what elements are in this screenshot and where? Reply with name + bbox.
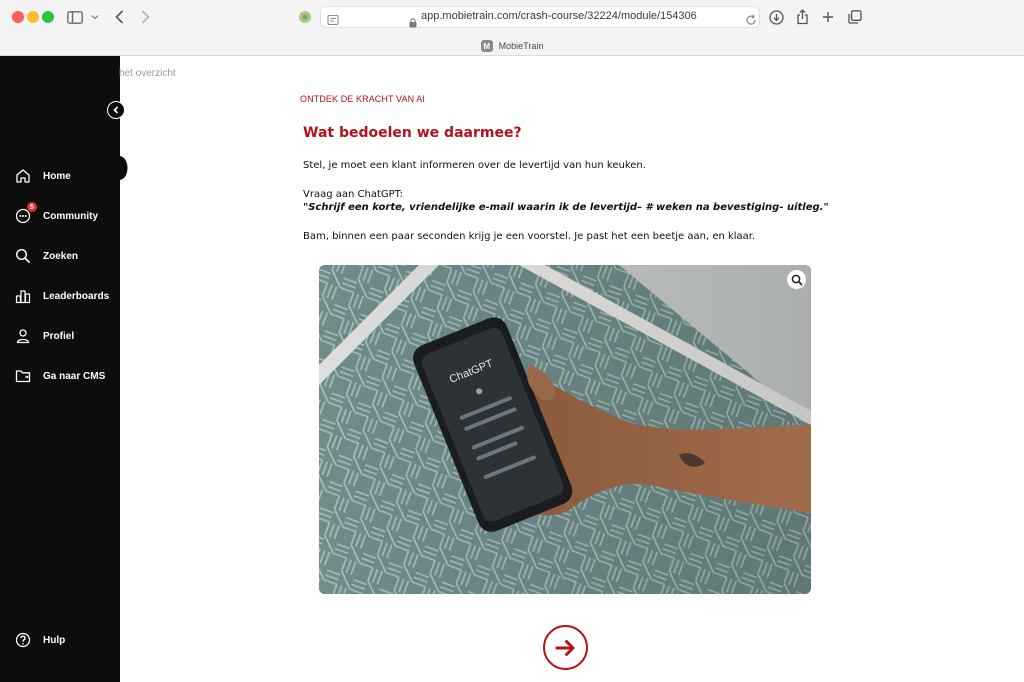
sidebar-item-label: Leaderboards — [43, 290, 110, 302]
zoom-icon — [791, 274, 803, 286]
reload-icon[interactable] — [745, 11, 757, 30]
prompt-quote: "Schrijf een korte, vriendelijke e-mail … — [303, 202, 829, 213]
sidebar-item-label: Zoeken — [43, 250, 79, 262]
outcome-text: Bam, binnen een paar seconden krijg je e… — [303, 231, 756, 242]
sidebar-item-leaderboards[interactable]: Leaderboards — [14, 285, 109, 307]
leaderboard-icon — [14, 287, 32, 305]
chevron-down-icon[interactable] — [90, 6, 100, 28]
maximize-window-button[interactable] — [42, 11, 54, 23]
share-icon[interactable] — [794, 6, 810, 28]
reader-icon[interactable] — [327, 11, 339, 30]
url-text: app.mobietrain.com/crash-course/32224/mo… — [421, 10, 697, 22]
community-icon: 5 — [14, 202, 37, 225]
sidebar-item-label: Profiel — [43, 330, 75, 342]
back-to-overview-link[interactable]: het overzicht — [119, 68, 176, 79]
back-arrow-icon[interactable] — [112, 6, 126, 28]
sidebar-item-zoeken[interactable]: Zoeken — [14, 245, 78, 267]
tab-title: MobieTrain — [498, 41, 544, 51]
sidebar-item-profiel[interactable]: Profiel — [14, 325, 74, 347]
sidebar-item-label: Hulp — [43, 634, 66, 646]
sidebar-item-label: Ga naar CMS — [43, 370, 106, 382]
collapse-sidebar-button[interactable] — [107, 101, 125, 119]
lesson-image[interactable]: ChatGPT — [319, 265, 811, 594]
mobietrain-favicon-icon: M — [480, 40, 493, 52]
next-button[interactable] — [543, 625, 588, 670]
chevron-left-icon — [113, 106, 119, 114]
sidebar-toggle-icon[interactable] — [66, 6, 84, 28]
new-tab-icon[interactable] — [820, 6, 836, 28]
sidebar-item-home[interactable]: Home — [14, 165, 71, 187]
notification-badge: 5 — [27, 202, 37, 212]
arrow-right-icon — [555, 639, 574, 656]
sidebar-item-cms[interactable]: Ga naar CMS — [14, 365, 105, 387]
sidebar: Home 5 Community Zoeken Leaderboards Pro… — [0, 56, 128, 682]
sidebar-item-label: Home — [43, 170, 71, 182]
page-title: Wat bedoelen we daarmee? — [303, 125, 522, 141]
sidebar-item-community[interactable]: 5 Community — [14, 202, 98, 227]
phone-in-hand-photo: ChatGPT — [319, 265, 811, 594]
home-icon — [14, 167, 32, 185]
forward-arrow-icon[interactable] — [138, 6, 152, 28]
search-icon — [14, 247, 32, 265]
help-icon — [14, 631, 32, 649]
lock-icon — [409, 13, 417, 32]
sidebar-item-label: Community — [43, 210, 98, 222]
sidebar-notch — [96, 128, 128, 208]
browser-toolbar: app.mobietrain.com/crash-course/32224/mo… — [0, 0, 1024, 56]
profile-icon — [14, 327, 32, 345]
ask-label: Vraag aan ChatGPT: — [303, 189, 404, 200]
tab-active[interactable]: M MobieTrain — [0, 36, 1024, 56]
tab-overview-icon[interactable] — [846, 6, 864, 28]
minimize-window-button[interactable] — [27, 11, 39, 23]
download-icon[interactable] — [767, 6, 785, 28]
sidebar-item-hulp[interactable]: Hulp — [14, 629, 65, 651]
address-bar[interactable]: app.mobietrain.com/crash-course/32224/mo… — [320, 6, 760, 28]
module-eyebrow: ONTDEK DE KRACHT VAN AI — [300, 94, 425, 104]
zoom-image-button[interactable] — [787, 270, 806, 289]
folder-icon — [14, 367, 32, 385]
intro-text: Stel, je moet een klant informeren over … — [303, 160, 646, 171]
close-window-button[interactable] — [12, 11, 24, 23]
extension-icon[interactable] — [297, 6, 313, 28]
